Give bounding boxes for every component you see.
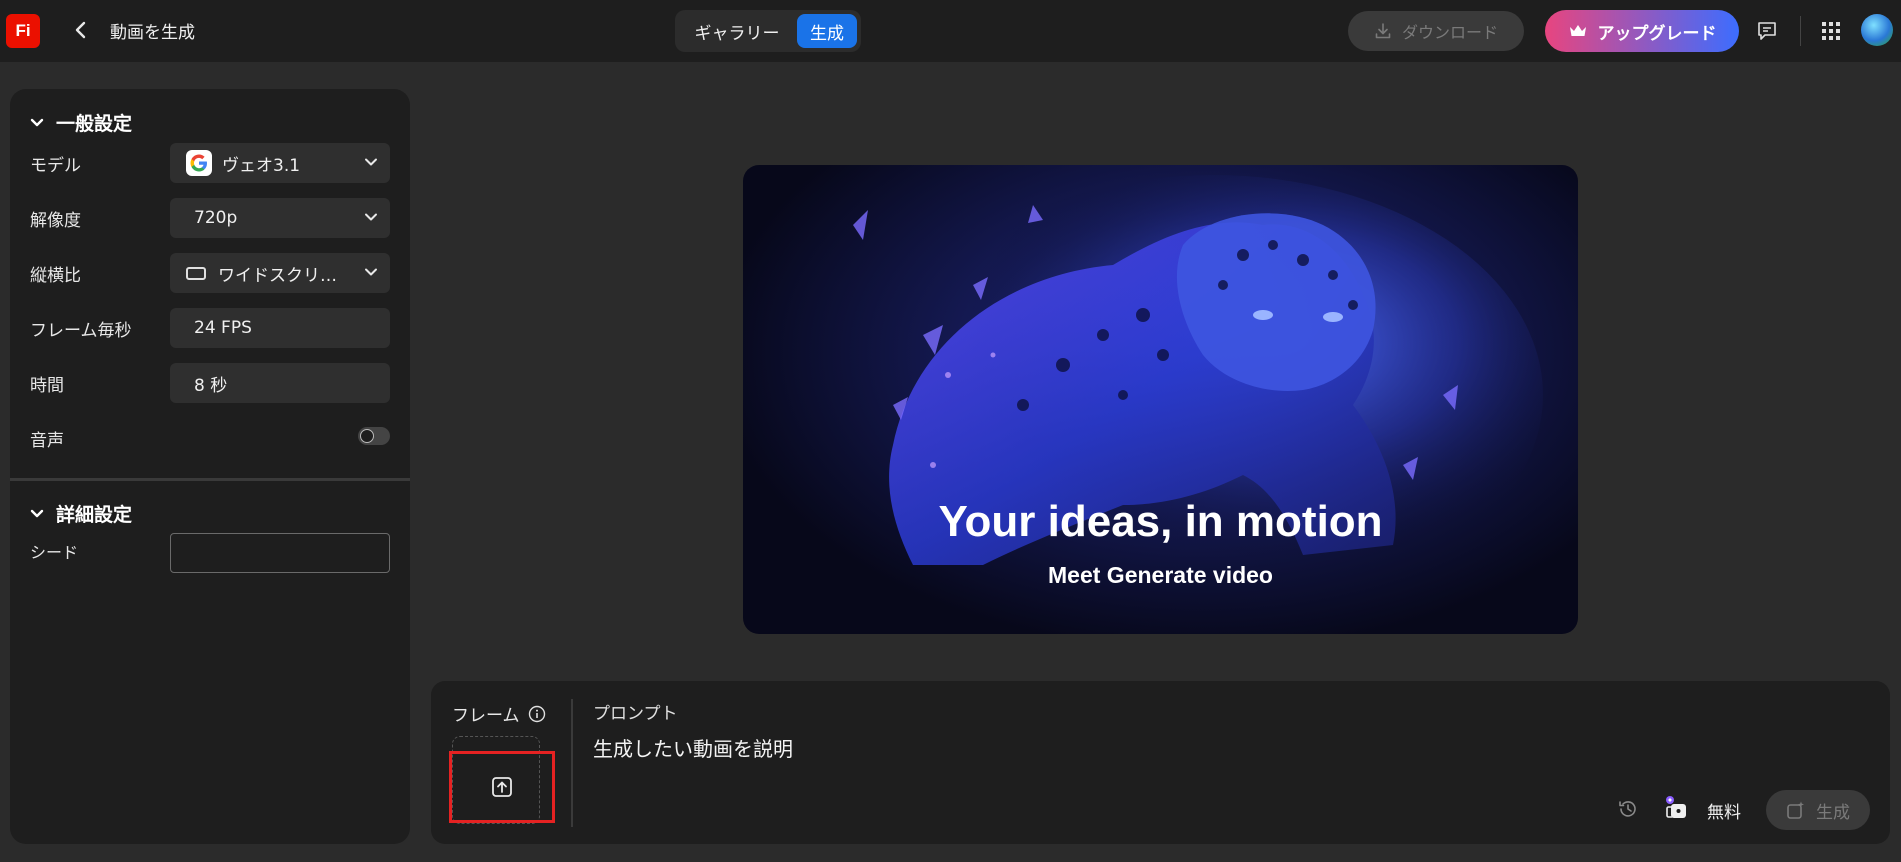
widescreen-icon bbox=[186, 266, 206, 280]
credits-icon[interactable] bbox=[1661, 793, 1691, 823]
audio-label: 音声 bbox=[30, 431, 64, 451]
fps-label: フレーム毎秒 bbox=[30, 321, 132, 341]
chevron-down-icon bbox=[365, 213, 377, 221]
resolution-value: 720p bbox=[194, 208, 238, 228]
user-avatar[interactable] bbox=[1861, 14, 1893, 46]
crown-icon bbox=[1569, 25, 1586, 36]
download-label: ダウンロード bbox=[1401, 23, 1498, 42]
history-icon[interactable] bbox=[1615, 796, 1641, 822]
audio-toggle[interactable] bbox=[358, 427, 390, 445]
fps-field[interactable]: 24 FPS bbox=[170, 308, 390, 348]
settings-sidebar: 一般設定 モデル ヴェオ3.1 解像度 720p 縦横比 ワイドスクリ… フレー… bbox=[10, 89, 410, 844]
info-icon[interactable] bbox=[528, 705, 546, 723]
view-switcher: ギャラリー 生成 bbox=[675, 10, 861, 52]
prompt-divider bbox=[571, 699, 573, 827]
header-divider bbox=[1800, 16, 1801, 46]
preview-subline: Meet Generate video bbox=[1048, 562, 1273, 588]
chevron-down-icon bbox=[365, 158, 377, 166]
upgrade-button[interactable]: アップグレード bbox=[1545, 10, 1739, 52]
model-select[interactable]: ヴェオ3.1 bbox=[170, 143, 390, 183]
generate-icon bbox=[1787, 801, 1804, 819]
top-bar: Fi 動画を生成 ギャラリー 生成 ダウンロード アップグレード bbox=[0, 0, 1901, 62]
google-icon bbox=[186, 150, 212, 176]
frame-label: フレーム bbox=[452, 706, 520, 726]
resolution-select[interactable]: 720p bbox=[170, 198, 390, 238]
toggle-knob bbox=[360, 429, 374, 443]
page-title: 動画を生成 bbox=[110, 23, 195, 43]
general-settings-title: 一般設定 bbox=[56, 113, 133, 135]
chevron-down-icon bbox=[365, 268, 377, 276]
tab-generate[interactable]: 生成 bbox=[797, 14, 857, 48]
frame-upload-button[interactable] bbox=[449, 751, 555, 823]
download-icon bbox=[1375, 23, 1391, 39]
section-divider bbox=[10, 478, 410, 481]
preview-banner: Your ideas, in motion Meet Generate vide… bbox=[743, 165, 1578, 634]
resolution-label: 解像度 bbox=[30, 211, 81, 231]
generate-button[interactable]: 生成 bbox=[1766, 790, 1870, 830]
generate-label: 生成 bbox=[1816, 802, 1850, 823]
general-settings-header[interactable]: 一般設定 bbox=[30, 109, 132, 136]
advanced-settings-header[interactable]: 詳細設定 bbox=[30, 500, 132, 527]
feedback-icon[interactable] bbox=[1754, 18, 1780, 44]
seed-label: シード bbox=[30, 543, 79, 562]
fps-value: 24 FPS bbox=[194, 318, 252, 338]
app-grid-icon[interactable] bbox=[1818, 18, 1844, 44]
tab-gallery[interactable]: ギャラリー bbox=[683, 15, 791, 47]
frame-label-row: フレーム bbox=[452, 701, 546, 726]
duration-label: 時間 bbox=[30, 376, 64, 396]
preview-headline: Your ideas, in motion bbox=[938, 497, 1383, 546]
aspect-ratio-select[interactable]: ワイドスクリ… bbox=[170, 253, 390, 293]
aspect-ratio-label: 縦横比 bbox=[30, 266, 81, 286]
seed-input[interactable] bbox=[170, 533, 390, 573]
chevron-down-icon bbox=[30, 509, 44, 517]
model-value: ヴェオ3.1 bbox=[222, 155, 301, 176]
prompt-input[interactable]: 生成したい動画を説明 bbox=[593, 733, 793, 762]
advanced-settings-title: 詳細設定 bbox=[56, 504, 133, 526]
download-button[interactable]: ダウンロード bbox=[1348, 11, 1524, 51]
back-icon[interactable] bbox=[68, 16, 94, 44]
duration-field[interactable]: 8 秒 bbox=[170, 363, 390, 403]
duration-value: 8 秒 bbox=[194, 375, 228, 396]
credits-label: 無料 bbox=[1707, 803, 1741, 823]
prompt-panel: フレーム プロンプト 生成したい動画を説明 無料 生成 bbox=[431, 681, 1890, 844]
prompt-label: プロンプト bbox=[593, 704, 678, 724]
app-logo[interactable]: Fi bbox=[6, 14, 40, 48]
aspect-ratio-value: ワイドスクリ… bbox=[218, 265, 337, 286]
upload-icon bbox=[492, 777, 512, 797]
upgrade-label: アップグレード bbox=[1597, 23, 1717, 44]
chevron-down-icon bbox=[30, 118, 44, 126]
model-label: モデル bbox=[30, 156, 81, 176]
